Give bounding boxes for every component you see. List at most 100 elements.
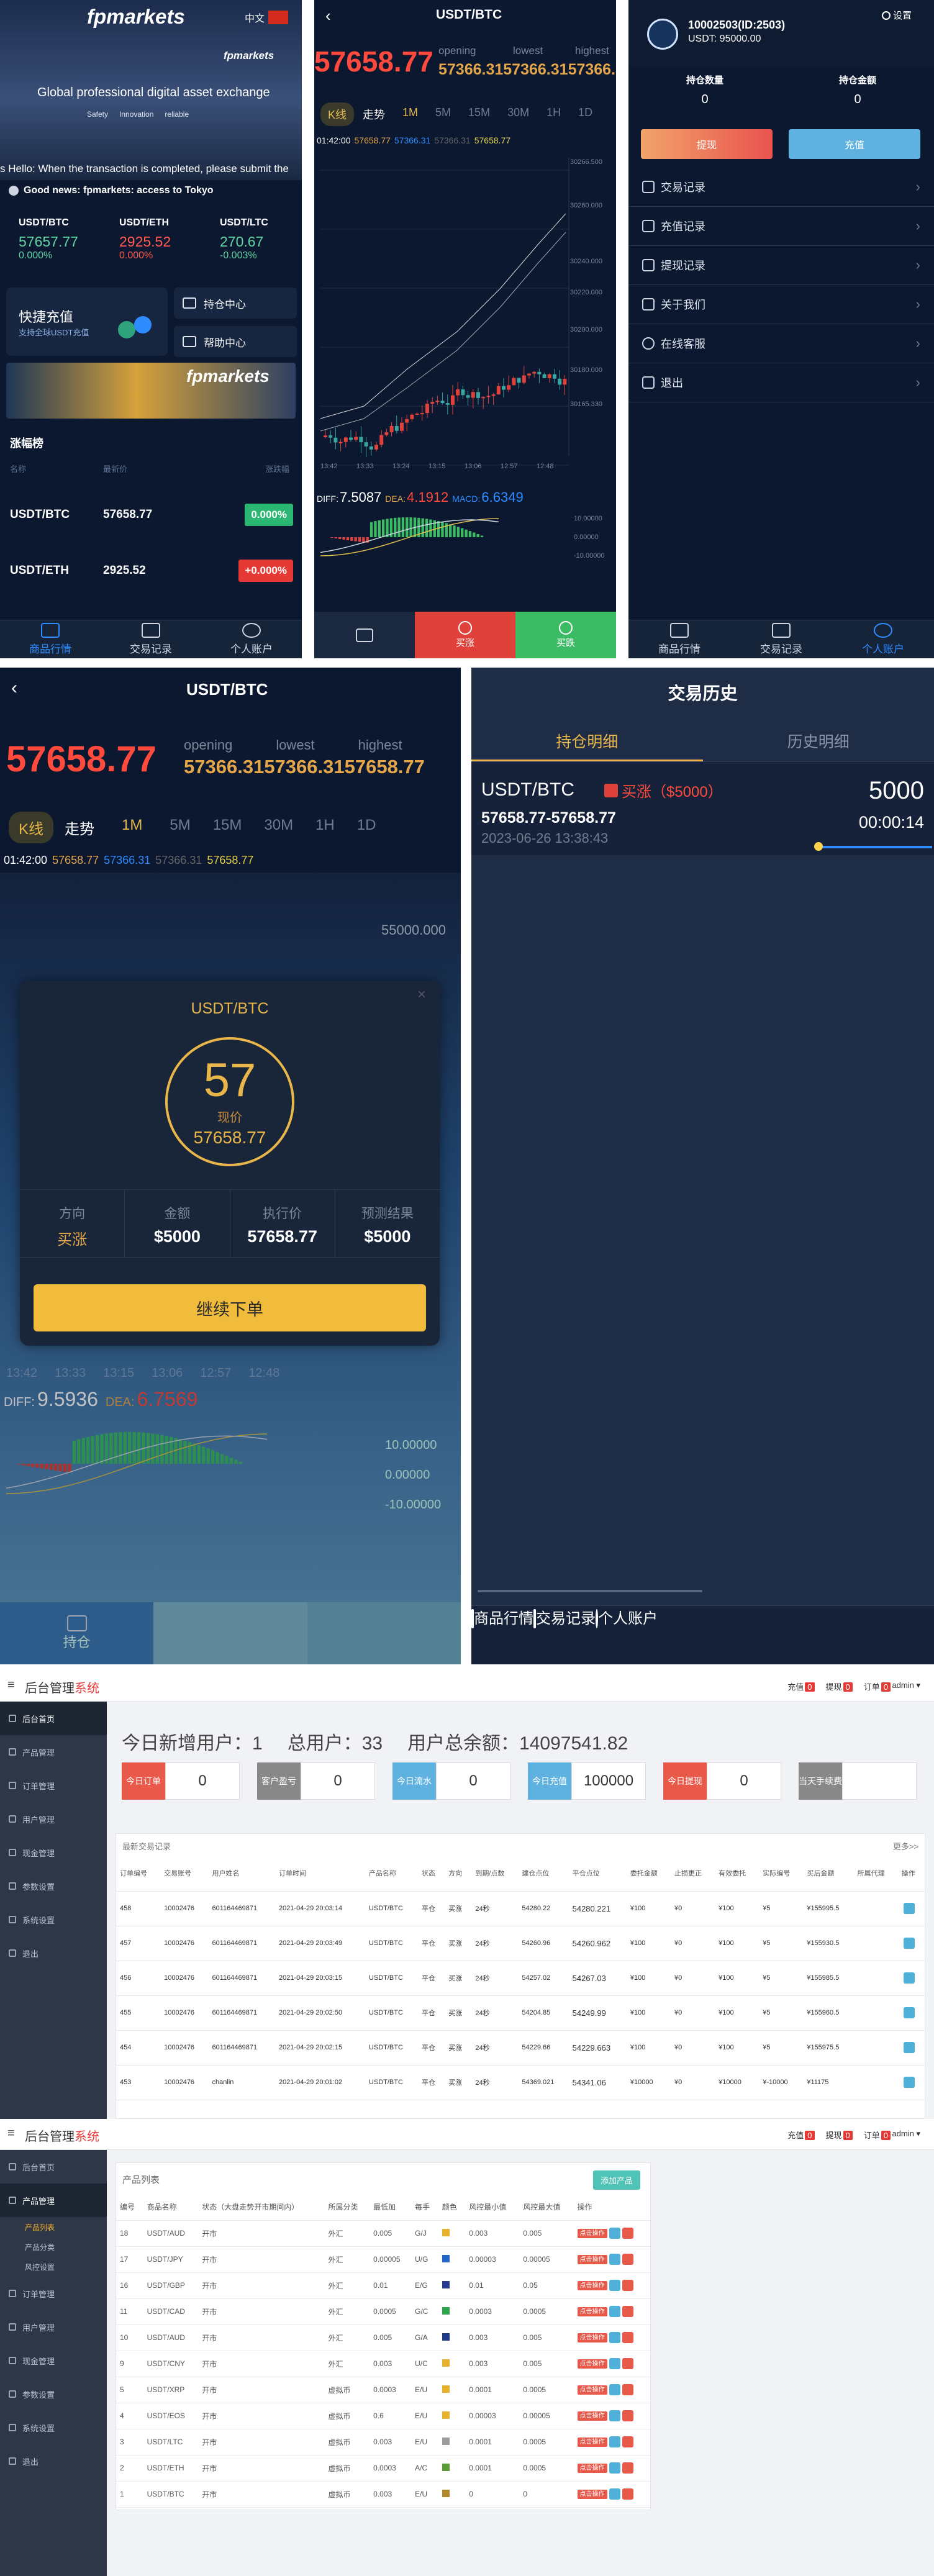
view-icon[interactable] bbox=[903, 1903, 915, 1914]
back-icon[interactable]: ‹ bbox=[11, 678, 17, 699]
edit-icon[interactable] bbox=[609, 2228, 620, 2239]
operate-button[interactable]: 点击操作 bbox=[577, 2385, 607, 2395]
tab-1m[interactable]: 1M bbox=[106, 812, 158, 843]
recharge-counter[interactable]: 充值 0 bbox=[787, 2129, 815, 2141]
menu-withdraw-records[interactable]: 提现记录 › bbox=[628, 246, 934, 285]
tab-kline[interactable]: K线 bbox=[320, 102, 355, 126]
view-icon[interactable] bbox=[903, 2077, 915, 2088]
tab-trend[interactable]: 走势 bbox=[53, 812, 106, 843]
deposit-button[interactable]: 充值 bbox=[789, 129, 920, 159]
table-row[interactable]: 16 USDT/GBP 开市 外汇 0.01 E/G 0.01 0.05 点击操作 bbox=[116, 2272, 650, 2299]
delete-icon[interactable] bbox=[622, 2488, 633, 2500]
operate-button[interactable]: 点击操作 bbox=[577, 2255, 607, 2265]
tab-positions[interactable]: 持仓明细 bbox=[471, 723, 703, 761]
edit-icon[interactable] bbox=[609, 2332, 620, 2343]
view-icon[interactable] bbox=[903, 1972, 915, 1984]
menu-support[interactable]: 在线客服 › bbox=[628, 324, 934, 363]
ticker-eth[interactable]: USDT/ETH 2925.52 0.000% bbox=[101, 217, 201, 261]
side-logout[interactable]: 退出 bbox=[0, 1936, 107, 1970]
operate-button[interactable]: 点击操作 bbox=[577, 2438, 607, 2447]
table-row[interactable]: 453 10002476 chanlin 2021-04-29 20:01:02 USD… bbox=[116, 2065, 925, 2100]
rank-row-eth[interactable]: USDT/ETH 2925.52 +0.000% bbox=[10, 553, 293, 589]
operate-button[interactable]: 点击操作 bbox=[577, 2229, 607, 2239]
table-row[interactable]: 5 USDT/XRP 开市 虚拟币 0.0003 E/U 0.0001 0.0005 点击操作 bbox=[116, 2377, 650, 2403]
side-home[interactable]: 后台首页 bbox=[0, 2150, 107, 2184]
tab-30m[interactable]: 30M bbox=[253, 812, 304, 843]
nav-account[interactable]: 个人账户 bbox=[832, 620, 934, 658]
operate-button[interactable]: 点击操作 bbox=[577, 2281, 607, 2291]
side-orders[interactable]: 订单管理 bbox=[0, 2277, 107, 2310]
recharge-counter[interactable]: 充值 0 bbox=[787, 1680, 815, 1692]
avatar[interactable] bbox=[647, 19, 678, 50]
nav-market[interactable]: 商品行情 bbox=[0, 620, 101, 658]
tab-1d[interactable]: 1D bbox=[346, 812, 388, 843]
view-icon[interactable] bbox=[903, 1938, 915, 1949]
delete-icon[interactable] bbox=[622, 2228, 633, 2239]
edit-icon[interactable] bbox=[609, 2462, 620, 2474]
edit-icon[interactable] bbox=[609, 2254, 620, 2265]
operate-button[interactable]: 点击操作 bbox=[577, 2359, 607, 2369]
menu-recharge-records[interactable]: 充值记录 › bbox=[628, 207, 934, 246]
table-row[interactable]: 9 USDT/CNY 开市 外汇 0.003 U/C 0.003 0.005 点击操作 bbox=[116, 2351, 650, 2377]
side-orders[interactable]: 订单管理 bbox=[0, 1769, 107, 1802]
operate-button[interactable]: 点击操作 bbox=[577, 2490, 607, 2500]
position-card[interactable]: USDT/BTC 买涨（$5000） 5000 57658.77-57658.7… bbox=[471, 762, 934, 855]
tab-1m[interactable]: 1M bbox=[394, 102, 427, 126]
side-system[interactable]: 系统设置 bbox=[0, 1903, 107, 1936]
edit-icon[interactable] bbox=[609, 2358, 620, 2369]
delete-icon[interactable] bbox=[622, 2384, 633, 2395]
operate-button[interactable]: 点击操作 bbox=[577, 2307, 607, 2317]
settings-button[interactable]: 设置 bbox=[882, 9, 912, 22]
buy-up-button[interactable]: 买涨 bbox=[415, 612, 515, 658]
hamburger-icon[interactable]: ≡ bbox=[7, 2126, 15, 2141]
continue-order-button[interactable]: 继续下单 bbox=[34, 1284, 426, 1331]
menu-about[interactable]: 关于我们 › bbox=[628, 285, 934, 324]
help-center-button[interactable]: 帮助中心 bbox=[174, 326, 297, 357]
table-row[interactable]: 10 USDT/AUD 开市 外汇 0.005 G/A 0.003 0.005 点击操作 bbox=[116, 2324, 650, 2351]
nav-market[interactable]: 商品行情 bbox=[628, 620, 730, 658]
side-params[interactable]: 参数设置 bbox=[0, 1869, 107, 1903]
side-users[interactable]: 用户管理 bbox=[0, 1802, 107, 1836]
ticker-btc[interactable]: USDT/BTC 57657.77 0.000% bbox=[0, 217, 101, 261]
order-counter[interactable]: 订单 0 bbox=[864, 2129, 891, 2141]
side-products[interactable]: 产品管理 bbox=[0, 1735, 107, 1769]
nav-account[interactable]: 个人账户 bbox=[201, 620, 302, 658]
table-row[interactable]: 4 USDT/EOS 开市 虚拟币 0.6 E/U 0.00003 0.00005 点击操作 bbox=[116, 2403, 650, 2429]
side-system[interactable]: 系统设置 bbox=[0, 2411, 107, 2444]
withdraw-button[interactable]: 提现 bbox=[641, 129, 773, 159]
buy-down-button[interactable]: 买跌 bbox=[515, 612, 616, 658]
language-switch[interactable]: 中文 bbox=[245, 10, 289, 25]
hold-center-button[interactable]: 持仓中心 bbox=[174, 288, 297, 319]
side-products[interactable]: 产品管理 bbox=[0, 2184, 107, 2217]
delete-icon[interactable] bbox=[622, 2280, 633, 2291]
menu-logout[interactable]: 退出 › bbox=[628, 363, 934, 402]
table-row[interactable]: 11 USDT/CAD 开市 外汇 0.0005 G/C 0.0003 0.0005 点击操作 bbox=[116, 2298, 650, 2325]
operate-button[interactable]: 点击操作 bbox=[577, 2333, 607, 2343]
edit-icon[interactable] bbox=[609, 2410, 620, 2421]
admin-user-menu[interactable]: admin ▾ bbox=[892, 1680, 920, 1690]
delete-icon[interactable] bbox=[622, 2358, 633, 2369]
nav-account[interactable]: 个人账户 bbox=[596, 1606, 658, 1664]
withdraw-counter[interactable]: 提现 0 bbox=[826, 2129, 853, 2141]
tab-15m[interactable]: 15M bbox=[460, 102, 499, 126]
menu-trade-records[interactable]: 交易记录 › bbox=[628, 168, 934, 207]
add-product-button[interactable]: 添加产品 bbox=[592, 2170, 640, 2190]
back-icon[interactable]: ‹ bbox=[325, 6, 331, 25]
withdraw-counter[interactable]: 提现 0 bbox=[826, 1680, 853, 1692]
delete-icon[interactable] bbox=[622, 2410, 633, 2421]
promo-banner[interactable]: fpmarkets bbox=[6, 363, 296, 419]
table-row[interactable]: 456 10002476 601164469871 2021-04-29 20:03:… bbox=[116, 1961, 925, 1996]
tab-1h[interactable]: 1H bbox=[538, 102, 569, 126]
order-counter[interactable]: 订单 0 bbox=[864, 1680, 891, 1692]
tab-1d[interactable]: 1D bbox=[569, 102, 601, 126]
delete-icon[interactable] bbox=[622, 2462, 633, 2474]
hold-tab[interactable] bbox=[314, 612, 415, 658]
table-row[interactable]: 454 10002476 601164469871 2021-04-29 20:02:… bbox=[116, 2030, 925, 2066]
quick-recharge-card[interactable]: 快捷充值 支持全球USDT充值 bbox=[6, 288, 168, 356]
rank-row-btc[interactable]: USDT/BTC 57658.77 0.000% bbox=[10, 497, 293, 533]
tab-1h[interactable]: 1H bbox=[304, 812, 346, 843]
side-logout[interactable]: 退出 bbox=[0, 2444, 107, 2478]
table-row[interactable]: 2 USDT/ETH 开市 虚拟币 0.0003 A/C 0.0001 0.0005 点击操作 bbox=[116, 2455, 650, 2482]
side-sub-product-list[interactable]: 产品列表 bbox=[0, 2217, 107, 2237]
tab-30m[interactable]: 30M bbox=[499, 102, 538, 126]
